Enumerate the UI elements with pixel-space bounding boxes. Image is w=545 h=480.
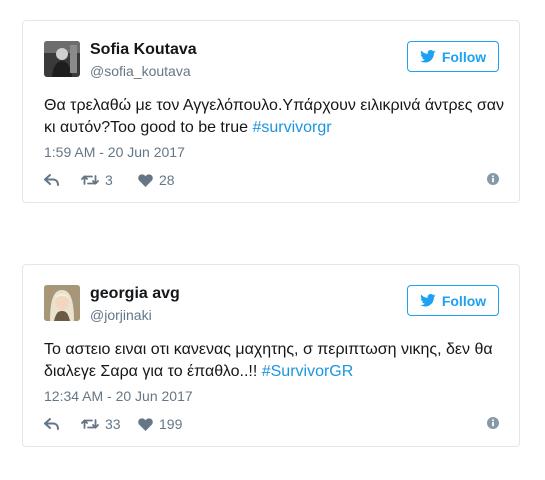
author-handle[interactable]: @jorjinaki <box>90 307 152 323</box>
avatar[interactable] <box>44 41 80 77</box>
follow-button[interactable]: Follow <box>407 41 499 72</box>
retweet-count: 33 <box>105 416 121 432</box>
tweet-card: georgia avg @jorjinaki Follow Το αστειο … <box>22 264 520 447</box>
info-icon[interactable] <box>487 173 499 185</box>
author-name[interactable]: Sofia Koutava <box>90 41 197 59</box>
heart-icon <box>138 417 153 431</box>
retweet-button[interactable]: 3 <box>81 171 113 189</box>
avatar[interactable] <box>44 285 80 321</box>
tweet-card: Sofia Koutava @sofia_koutava Follow Θα τ… <box>22 20 520 203</box>
timestamp[interactable]: 1:59 AM - 20 Jun 2017 <box>44 144 185 160</box>
like-count: 28 <box>159 172 175 188</box>
hashtag-link[interactable]: #SurvivorGR <box>262 363 354 380</box>
tweet-text: Το αστειο ειναι οτι κανενας μαχητης, σ π… <box>44 339 504 383</box>
retweet-count: 3 <box>105 172 113 188</box>
like-button[interactable]: 199 <box>138 415 182 433</box>
follow-label: Follow <box>441 292 487 309</box>
retweet-icon <box>81 175 99 185</box>
tweet-text: Θα τρελαθώ με τον Αγγελόπουλο.Υπάρχουν ε… <box>44 95 504 139</box>
twitter-bird-icon <box>420 50 436 63</box>
follow-button[interactable]: Follow <box>407 285 499 316</box>
tweet-actions: 33 199 <box>44 415 499 433</box>
retweet-button[interactable]: 33 <box>81 415 121 433</box>
like-button[interactable]: 28 <box>138 171 175 189</box>
reply-icon <box>44 418 59 430</box>
timestamp[interactable]: 12:34 AM - 20 Jun 2017 <box>44 388 193 404</box>
author-handle[interactable]: @sofia_koutava <box>90 63 191 79</box>
reply-button[interactable] <box>44 171 60 189</box>
author-name[interactable]: georgia avg <box>90 285 180 303</box>
twitter-bird-icon <box>420 294 436 307</box>
retweet-icon <box>81 419 99 429</box>
info-icon[interactable] <box>487 417 499 429</box>
reply-icon <box>44 174 59 186</box>
hashtag-link[interactable]: #survivorgr <box>252 119 331 136</box>
tweet-actions: 3 28 <box>44 171 499 189</box>
follow-label: Follow <box>441 48 487 65</box>
reply-button[interactable] <box>44 415 60 433</box>
like-count: 199 <box>159 416 183 432</box>
heart-icon <box>138 173 153 187</box>
